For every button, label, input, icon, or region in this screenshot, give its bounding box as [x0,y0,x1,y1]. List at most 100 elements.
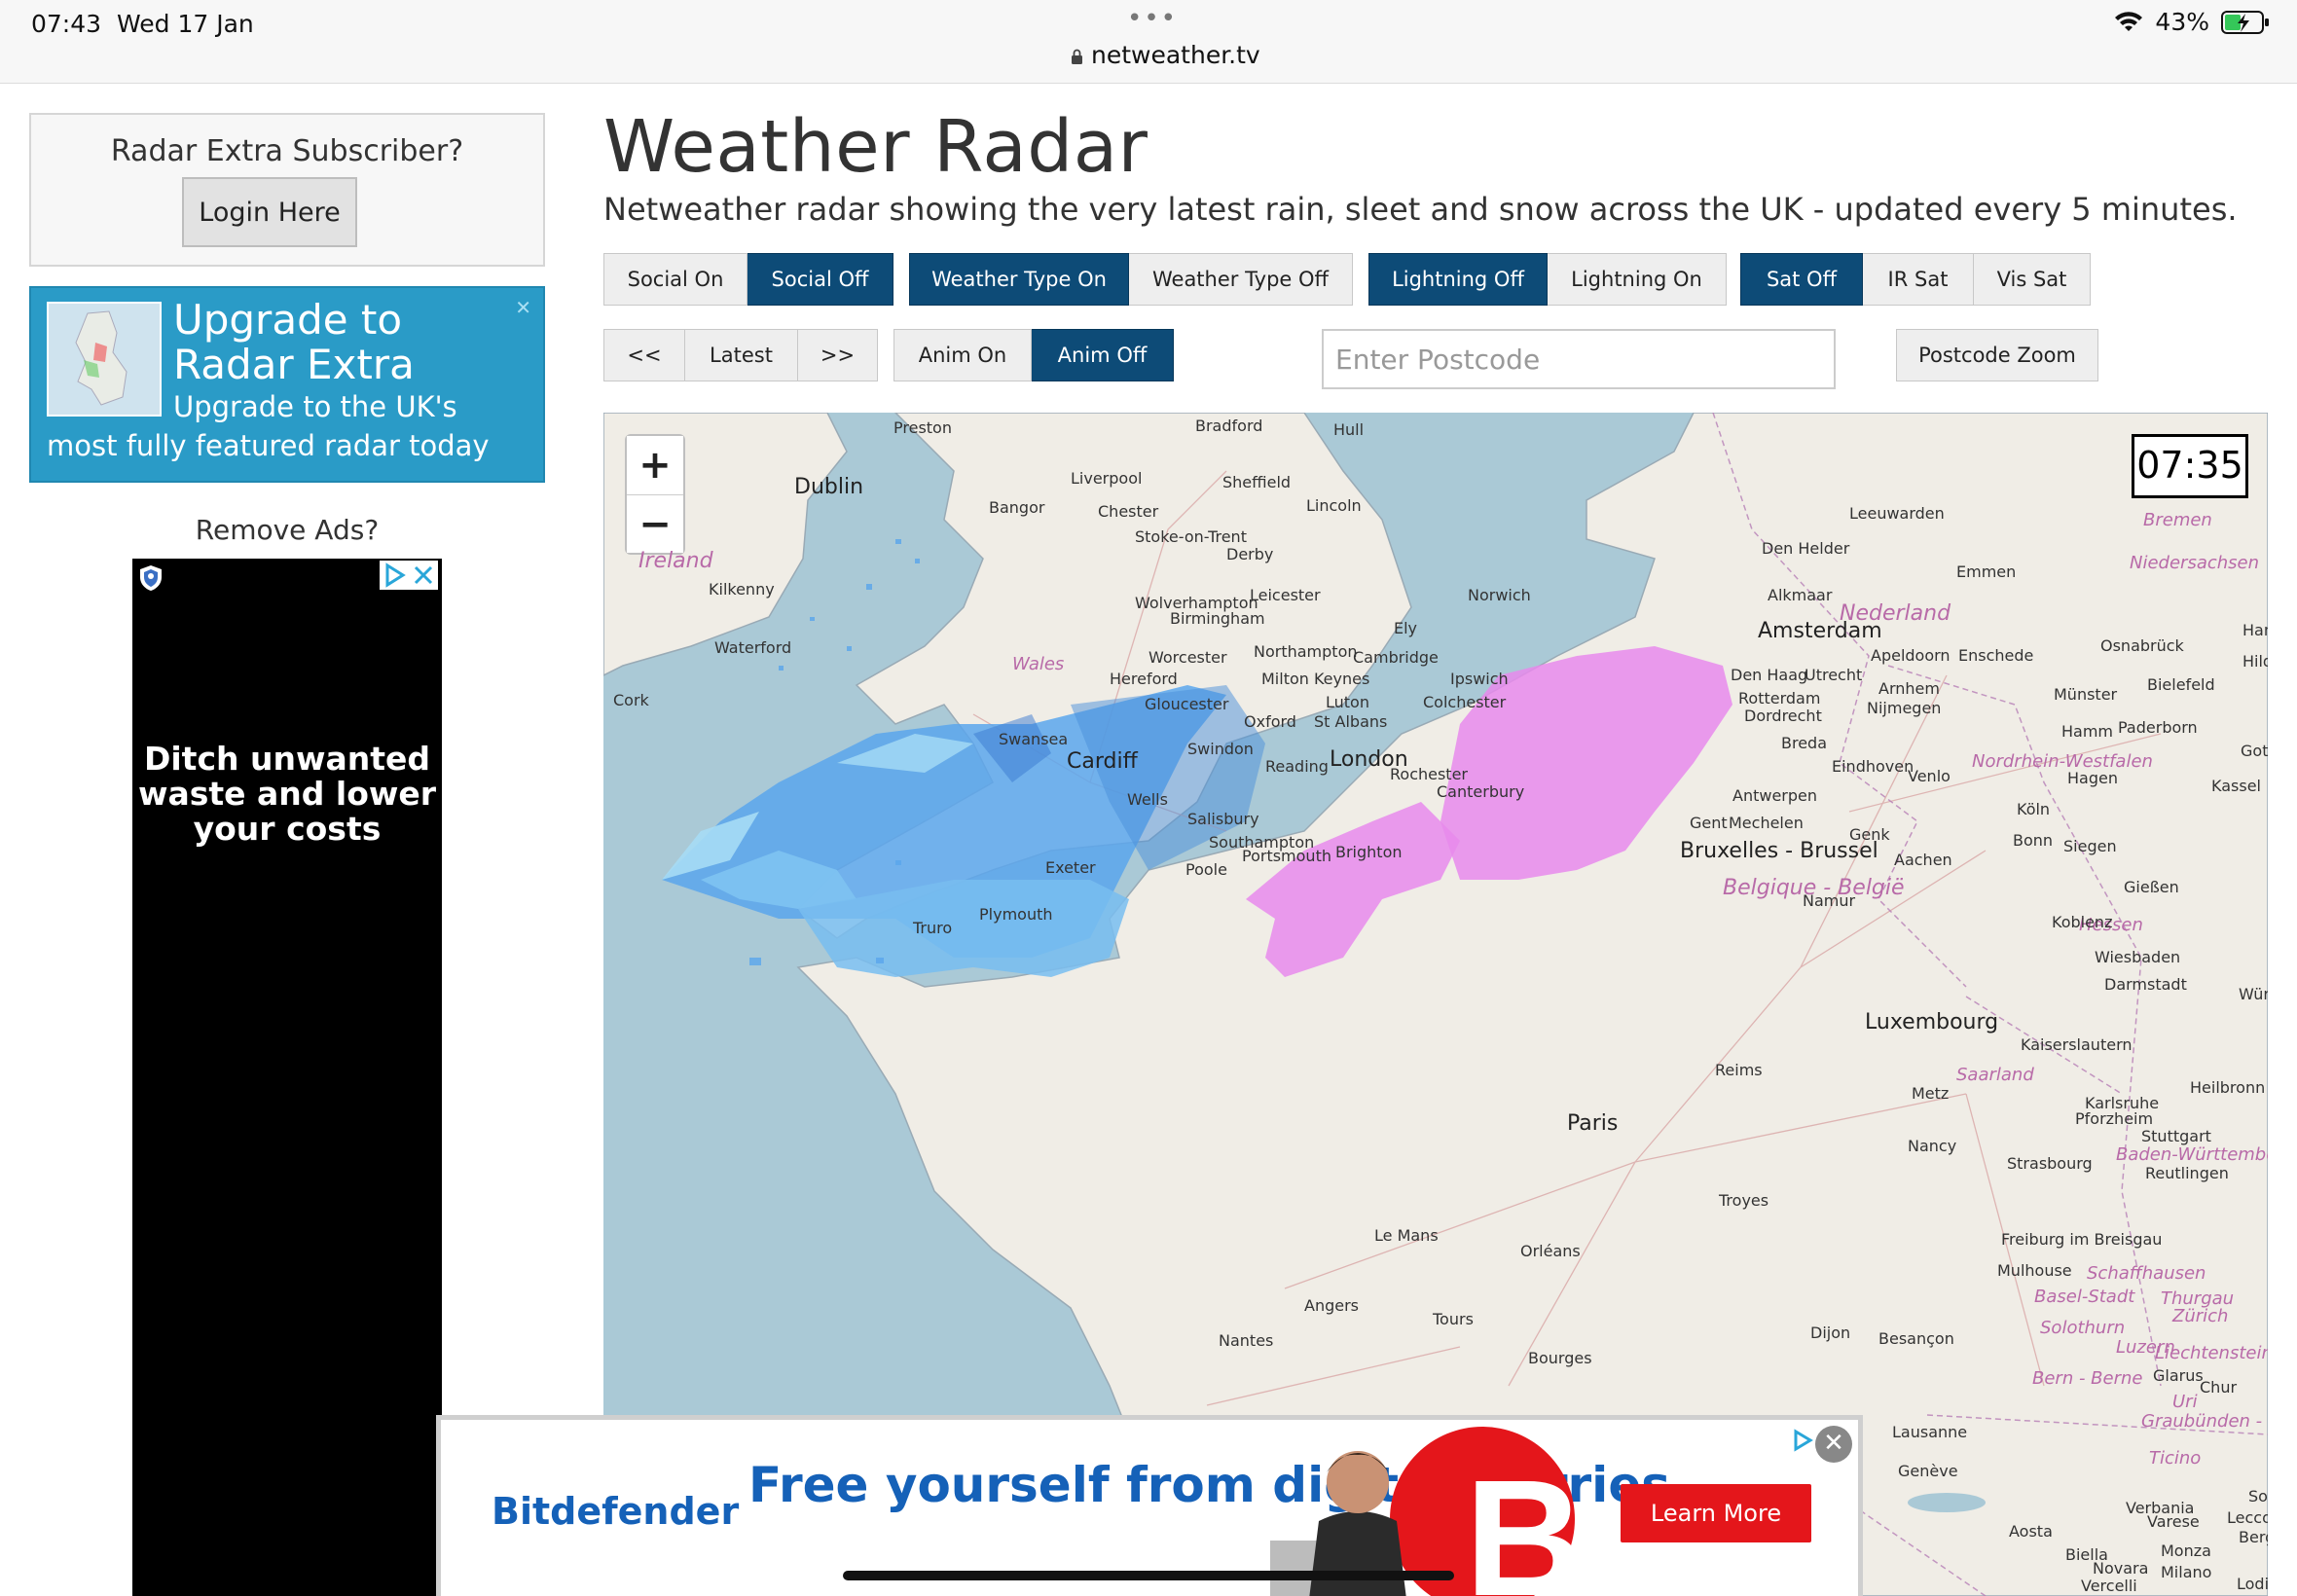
weather-type-toggle-group: Weather Type On Weather Type Off [909,253,1353,306]
map-label: Sondi [2248,1487,2268,1505]
status-date: Wed 17 Jan [117,10,254,38]
map-label: Troyes [1719,1191,1769,1210]
map-label: Bremen [2143,510,2212,530]
map-label: Leeuwarden [1849,504,1945,523]
map-label: Reutlingen [2145,1164,2229,1182]
map-label: Canterbury [1437,782,1525,801]
close-ad-icon[interactable] [409,561,438,590]
frame-nav-group: << Latest >> [603,329,878,381]
lightning-on-button[interactable]: Lightning On [1548,253,1727,306]
map-label: Den Haag [1731,666,1808,684]
map-label: Sheffield [1222,473,1292,491]
map-label: Luxembourg [1865,1010,1999,1034]
map-label: Swansea [999,730,1069,748]
map-label: Eindhoven [1832,757,1914,776]
anim-off-button[interactable]: Anim Off [1032,329,1174,381]
map-label: Namur [1803,891,1856,910]
battery-percent: 43% [2155,8,2209,36]
weather-type-on-button[interactable]: Weather Type On [909,253,1129,306]
map-label: Ely [1394,619,1418,637]
map-label: Cambridge [1353,648,1439,667]
map-region: Uri [2172,1392,2198,1412]
map-label: Arnhem [1878,679,1940,698]
remove-ads-link[interactable]: Remove Ads? [29,514,545,546]
map-label: Preston [893,418,952,437]
upgrade-banner[interactable]: Upgrade to Radar Extra ✕ Upgrade to the … [29,286,545,483]
map-label: Bangor [989,498,1045,517]
map-label: Angers [1304,1296,1359,1315]
map-label: Mulhouse [1997,1261,2072,1280]
subscriber-box: Radar Extra Subscriber? Login Here [29,113,545,267]
postcode-zoom-button[interactable]: Postcode Zoom [1896,329,2098,381]
url-text: netweather.tv [1091,41,1260,69]
map-label: Lodi [2237,1575,2268,1593]
lightning-off-button[interactable]: Lightning Off [1368,253,1548,306]
page-subtitle: Netweather radar showing the very latest… [603,191,2238,228]
battery-charging-icon [2221,10,2269,34]
map-label: Aachen [1894,851,1952,869]
map-region: Saarland [1956,1065,2034,1085]
zoom-in-button[interactable]: + [627,436,683,494]
social-on-button[interactable]: Social On [603,253,747,306]
map-label: Liverpool [1071,469,1143,488]
radar-timestamp: 07:35 [2132,434,2248,498]
map-label: St Albans [1314,712,1388,731]
url-bar[interactable]: netweather.tv [1071,41,1260,69]
social-off-button[interactable]: Social Off [747,253,893,306]
side-advert[interactable]: Ditch unwanted waste and lower your cost… [132,559,442,1596]
map-region: Schaffhausen [2087,1263,2206,1284]
map-label: Freiburg im Breisgau [2001,1230,2163,1249]
map-label: Aosta [2009,1522,2053,1541]
map-label: Gloucester [1145,695,1229,713]
map-label: Glarus [2153,1366,2204,1385]
map-region: Ticino [2149,1448,2202,1469]
map-label: Chester [1098,502,1159,521]
map-label: Lausanne [1892,1423,1968,1441]
login-button[interactable]: Login Here [182,177,357,247]
map-region: Nordrhein-Westfalen [1972,751,2153,772]
map-label: Reading [1265,757,1329,776]
map-label: Hagen [2067,769,2118,787]
map-label: Paderborn [2118,718,2198,737]
adchoices-icon[interactable] [1790,1428,1815,1453]
shield-icon [140,565,162,591]
previous-frame-button[interactable]: << [603,329,685,381]
sat-off-button[interactable]: Sat Off [1740,253,1863,306]
map-label: Metz [1912,1084,1950,1103]
zoom-out-button[interactable]: − [627,494,683,553]
vis-sat-button[interactable]: Vis Sat [1974,253,2091,306]
close-ad-icon[interactable]: ✕ [1815,1426,1852,1463]
map-label: Kaiserslautern [2021,1035,2133,1054]
adchoices-icon[interactable] [380,561,409,590]
learn-more-button[interactable]: Learn More [1621,1484,1811,1542]
map-region: Nederland [1840,601,1951,626]
weather-type-off-button[interactable]: Weather Type Off [1129,253,1353,306]
home-indicator[interactable] [843,1571,1454,1580]
anim-on-button[interactable]: Anim On [893,329,1032,381]
ir-sat-button[interactable]: IR Sat [1863,253,1974,306]
latest-frame-button[interactable]: Latest [685,329,798,381]
map-label: Varese [2147,1512,2200,1531]
map-region: Ireland [638,549,713,573]
map-label: Emmen [1956,562,2017,581]
map-label: Hildes [2242,652,2268,671]
map-label: Swindon [1187,740,1254,758]
bottom-advert[interactable]: Bitdefender Free yourself from digital w… [436,1415,1863,1596]
upgrade-text: Upgrade to the UK's most fully featured … [47,390,490,462]
map-label: Plymouth [979,905,1053,924]
postcode-input[interactable] [1322,329,1836,389]
map-label: Gotting [2241,742,2268,760]
bitdefender-logo: Bitdefender [492,1490,740,1533]
map-label: Tours [1433,1310,1474,1328]
map-label: Colchester [1423,693,1507,711]
map-label: Hereford [1110,670,1178,688]
multitasking-dots-icon[interactable]: ••• [1127,4,1178,33]
svg-text:B: B [1465,1446,1585,1596]
animation-toggle-group: Anim On Anim Off [893,329,1174,381]
map-label: Utrecht [1805,666,1863,684]
map-region: Liechtenstein [2155,1343,2268,1363]
next-frame-button[interactable]: >> [798,329,878,381]
close-icon[interactable]: ✕ [515,296,531,319]
map-label: Stuttgart [2141,1127,2211,1145]
map-label: Lincoln [1306,496,1362,515]
